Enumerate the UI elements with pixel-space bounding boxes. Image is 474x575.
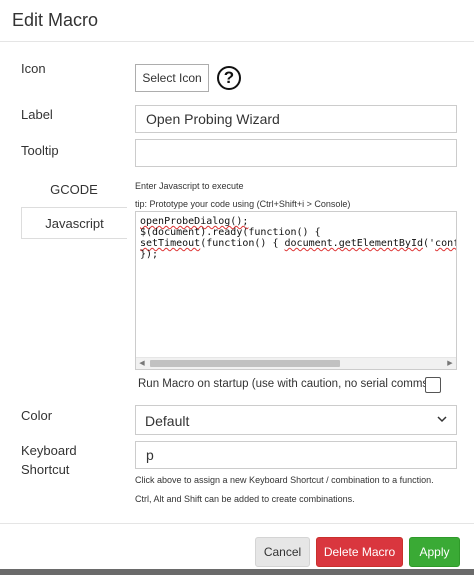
scrollbar-thumb[interactable] — [150, 360, 340, 367]
tab-javascript[interactable]: Javascript — [21, 207, 127, 239]
question-circle-icon[interactable]: ? — [217, 66, 241, 90]
tab-gcode[interactable]: GCODE — [21, 174, 127, 206]
edit-macro-dialog: Edit Macro Icon Select Icon ? Label Tool… — [0, 0, 474, 575]
color-select[interactable]: Default — [135, 405, 457, 435]
keyboard-label-line2: Shortcut — [21, 462, 70, 477]
background-strip — [0, 569, 474, 575]
cancel-button[interactable]: Cancel — [255, 537, 310, 567]
icon-label: Icon — [21, 61, 46, 76]
dialog-title: Edit Macro — [12, 10, 99, 30]
color-select-value: Default — [145, 413, 190, 429]
keyboard-hint-line2: Ctrl, Alt and Shift can be added to crea… — [135, 494, 355, 504]
code-line-4: }); — [140, 249, 159, 260]
color-field-label: Color — [21, 408, 53, 423]
dialog-header: Edit Macro — [0, 0, 474, 42]
js-instruction: Enter Javascript to execute — [135, 181, 244, 191]
arrow-right-icon[interactable]: ▶ — [444, 358, 456, 369]
js-tip: tip: Prototype your code using (Ctrl+Shi… — [135, 199, 351, 209]
label-field-label: Label — [21, 107, 53, 122]
tooltip-field-label: Tooltip — [21, 143, 59, 158]
select-icon-button[interactable]: Select Icon — [135, 64, 209, 92]
code-line-3-getelement: document.getElementById — [284, 238, 423, 249]
code-line-3-quote: (' — [423, 238, 436, 249]
code-line-3-settimeout: setTimeout — [140, 238, 201, 249]
chevron-down-icon — [437, 416, 447, 423]
label-input[interactable] — [135, 105, 457, 133]
code-line-3-confirm: confirm — [435, 238, 456, 249]
run-on-startup-label: Run Macro on startup (use with caution, … — [138, 378, 433, 390]
code-line-1: openProbeDialog(); — [140, 216, 249, 227]
apply-button[interactable]: Apply — [409, 537, 460, 567]
code-line-3-function: (function() { — [200, 238, 285, 249]
keyboard-hint-line1: Click above to assign a new Keyboard Sho… — [135, 475, 434, 485]
dialog-footer: Cancel Delete Macro Apply — [0, 523, 474, 575]
keyboard-label-line1: Keyboard — [21, 443, 77, 458]
horizontal-scrollbar[interactable]: ◀ ▶ — [136, 357, 456, 369]
keyboard-shortcut-input[interactable] — [135, 441, 457, 469]
code-lines: openProbeDialog(); $(document).ready(fun… — [140, 216, 456, 260]
javascript-code-editor[interactable]: openProbeDialog(); $(document).ready(fun… — [135, 211, 457, 370]
run-on-startup-checkbox[interactable] — [425, 377, 441, 393]
tooltip-input[interactable] — [135, 139, 457, 167]
arrow-left-icon[interactable]: ◀ — [136, 358, 148, 369]
code-line-2: $(document).ready(function() { — [140, 227, 321, 238]
delete-macro-button[interactable]: Delete Macro — [316, 537, 403, 567]
